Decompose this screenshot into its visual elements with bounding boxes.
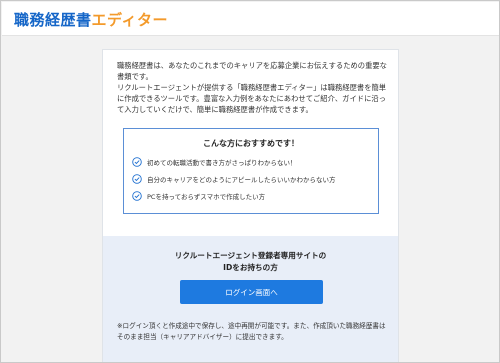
intro-paragraph: リクルートエージェントが提供する「職務経歴書エディター」は職務経歴書を簡単に作成… <box>117 83 387 114</box>
check-circle-icon <box>132 157 142 167</box>
login-heading: リクルートエージェント登録者専用サイトの IDをお持ちの方 <box>103 250 398 274</box>
recommend-item-label: 自分のキャリアをどのようにアピールしたらいいかわからない方 <box>147 176 336 184</box>
intro-text: 職務経歴書は、あなたのこれまでのキャリアを応募企業にお伝えするための重要な書類で… <box>117 60 389 115</box>
logo-main-text: 職務経歴書 <box>14 11 92 29</box>
main-card: 職務経歴書は、あなたのこれまでのキャリアを応募企業にお伝えするための重要な書類で… <box>102 49 399 362</box>
recommend-item-label: PCを持っておらずスマホで作成したい方 <box>147 193 266 201</box>
recommend-item: PCを持っておらずスマホで作成したい方 <box>132 190 265 202</box>
login-button[interactable]: ログイン画面へ <box>180 280 323 304</box>
recommend-box: こんな方におすすめです！ 初めての転職活動で書き方がさっぱりわからない！ 自分の… <box>123 128 379 214</box>
check-circle-icon <box>132 174 142 184</box>
intro-paragraph: 職務経歴書は、あなたのこれまでのキャリアを応募企業にお伝えするための重要な書類で… <box>117 61 387 81</box>
login-section: リクルートエージェント登録者専用サイトの IDをお持ちの方 ログイン画面へ ※ロ… <box>103 236 398 362</box>
recommend-item-label: 初めての転職活動で書き方がさっぱりわからない！ <box>147 159 297 167</box>
check-circle-icon <box>132 191 142 201</box>
logo-sub-text: エディター <box>91 11 168 29</box>
header: 職務経歴書エディター <box>2 2 499 36</box>
app-logo[interactable]: 職務経歴書エディター <box>14 9 168 30</box>
recommend-item: 自分のキャリアをどのようにアピールしたらいいかわからない方 <box>132 173 336 185</box>
login-heading-line: リクルートエージェント登録者専用サイトの <box>174 251 327 260</box>
page-frame: 職務経歴書エディター 職務経歴書は、あなたのこれまでのキャリアを応募企業にお伝え… <box>0 0 500 363</box>
recommend-title: こんな方におすすめです！ <box>203 139 299 148</box>
recommend-item: 初めての転職活動で書き方がさっぱりわからない！ <box>132 156 297 168</box>
login-note: ※ログイン頂くと作成途中で保存し、途中再開が可能です。また、作成頂いた職務経歴書… <box>117 322 386 341</box>
login-heading-line: IDをお持ちの方 <box>223 263 278 272</box>
